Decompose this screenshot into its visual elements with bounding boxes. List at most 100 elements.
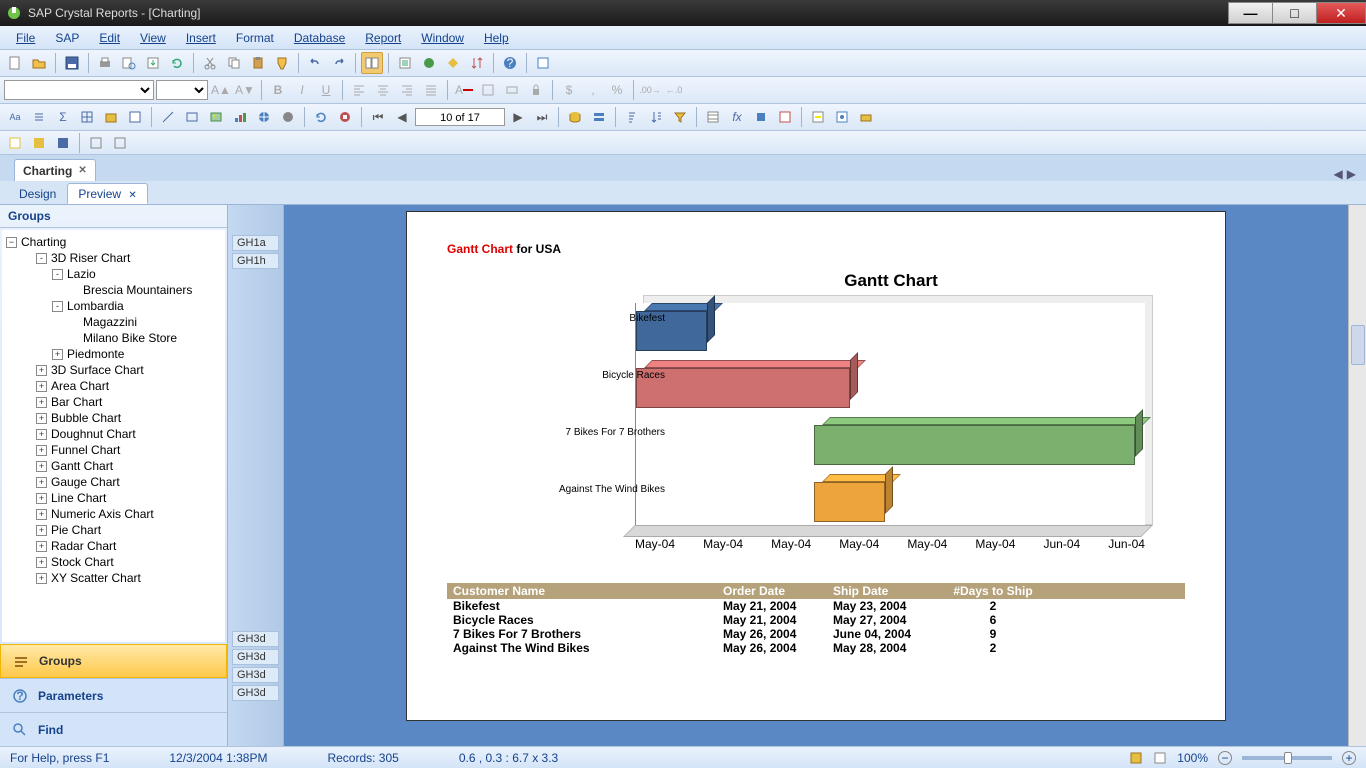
marker[interactable]: GH1a — [232, 235, 279, 251]
refresh-button[interactable] — [166, 52, 188, 74]
copy-button[interactable] — [223, 52, 245, 74]
sort-expert-button[interactable] — [466, 52, 488, 74]
tree-item[interactable]: +Radar Chart — [4, 538, 223, 554]
currency-button[interactable]: $ — [558, 79, 580, 101]
gantt-chart[interactable]: May-04May-04May-04May-04May-04May-04Jun-… — [527, 295, 1185, 565]
marker[interactable]: GH3d — [232, 667, 279, 683]
extra-btn-4[interactable] — [85, 132, 107, 154]
increase-font-button[interactable]: A▲ — [210, 79, 232, 101]
template-expert-button[interactable] — [774, 106, 796, 128]
font-size-combo[interactable] — [156, 80, 208, 100]
close-icon[interactable]: ✕ — [78, 165, 86, 176]
lock-format-button[interactable] — [525, 79, 547, 101]
underline-button[interactable]: U — [315, 79, 337, 101]
refresh-data-button[interactable] — [310, 106, 332, 128]
save-button[interactable] — [61, 52, 83, 74]
align-justify-button[interactable] — [420, 79, 442, 101]
insert-text-button[interactable]: Aa — [4, 106, 26, 128]
menu-insert[interactable]: Insert — [176, 29, 226, 47]
align-left-button[interactable] — [348, 79, 370, 101]
insert-summary-button[interactable] — [394, 52, 416, 74]
group-tree[interactable]: −Charting-3D Riser Chart-LazioBrescia Mo… — [2, 230, 225, 642]
insert-olap-button[interactable] — [100, 106, 122, 128]
suppress-button[interactable] — [501, 79, 523, 101]
tree-item[interactable]: +Numeric Axis Chart — [4, 506, 223, 522]
section-expert2-button[interactable] — [702, 106, 724, 128]
tree-item[interactable]: +Bubble Chart — [4, 410, 223, 426]
record-sort-button[interactable] — [645, 106, 667, 128]
database-expert-button[interactable] — [564, 106, 586, 128]
menu-report[interactable]: Report — [355, 29, 411, 47]
help-button[interactable]: ? — [499, 52, 521, 74]
extra-btn-1[interactable] — [4, 132, 26, 154]
tab-design[interactable]: Design — [8, 183, 67, 204]
nav-groups[interactable]: Groups — [0, 644, 227, 678]
align-right-button[interactable] — [396, 79, 418, 101]
prev-page-button[interactable]: ◀ — [391, 106, 413, 128]
formula-workshop-button[interactable]: fx — [726, 106, 748, 128]
vertical-scrollbar[interactable] — [1348, 205, 1366, 746]
insert-line-button[interactable] — [157, 106, 179, 128]
tree-item[interactable]: +Stock Chart — [4, 554, 223, 570]
insert-map-button[interactable] — [253, 106, 275, 128]
tree-item[interactable]: −Charting — [4, 234, 223, 250]
insert-sum-button[interactable]: Σ — [52, 106, 74, 128]
doctab-charting[interactable]: Charting ✕ — [14, 159, 96, 181]
workbench-button[interactable] — [855, 106, 877, 128]
decrease-font-button[interactable]: A▼ — [234, 79, 256, 101]
page-indicator[interactable]: 10 of 17 — [415, 108, 505, 126]
tree-item[interactable]: +XY Scatter Chart — [4, 570, 223, 586]
nav-parameters[interactable]: ? Parameters — [0, 678, 227, 712]
tree-item[interactable]: Milano Bike Store — [4, 330, 223, 346]
redo-button[interactable] — [328, 52, 350, 74]
menu-view[interactable]: View — [130, 29, 176, 47]
menu-help[interactable]: Help — [474, 29, 519, 47]
increase-decimals-button[interactable]: .00→ — [639, 79, 661, 101]
menu-format[interactable]: Format — [226, 29, 284, 47]
tree-item[interactable]: -Lombardia — [4, 298, 223, 314]
tree-item[interactable]: +Gauge Chart — [4, 474, 223, 490]
insert-box-button[interactable] — [181, 106, 203, 128]
maximize-button[interactable]: □ — [1272, 2, 1317, 24]
insert-picture-button[interactable] — [205, 106, 227, 128]
tree-item[interactable]: Brescia Mountainers — [4, 282, 223, 298]
export-button[interactable] — [142, 52, 164, 74]
print-preview-button[interactable] — [118, 52, 140, 74]
extra-btn-2[interactable] — [28, 132, 50, 154]
zoom-out-button[interactable]: − — [1218, 751, 1232, 765]
font-color-button[interactable]: A — [453, 79, 475, 101]
group-sort-button[interactable] — [621, 106, 643, 128]
group-expert-button[interactable] — [588, 106, 610, 128]
select-expert-button[interactable] — [442, 52, 464, 74]
marker[interactable]: GH3d — [232, 631, 279, 647]
menu-sap[interactable]: SAP — [45, 29, 89, 47]
new-button[interactable] — [4, 52, 26, 74]
menu-file[interactable]: File — [6, 29, 45, 47]
open-button[interactable] — [28, 52, 50, 74]
tree-item[interactable]: +Funnel Chart — [4, 442, 223, 458]
close-button[interactable]: ✕ — [1316, 2, 1366, 24]
extra-btn-5[interactable] — [109, 132, 131, 154]
tabs-left-arrow-icon[interactable]: ◀ — [1334, 167, 1343, 181]
highlighting-expert-button[interactable] — [807, 106, 829, 128]
tab-preview[interactable]: Preview ✕ — [67, 183, 147, 204]
menu-database[interactable]: Database — [284, 29, 355, 47]
filter-button[interactable] — [669, 106, 691, 128]
tree-item[interactable]: +Area Chart — [4, 378, 223, 394]
toggle-group-tree-button[interactable] — [361, 52, 383, 74]
font-combo[interactable] — [4, 80, 154, 100]
nav-find[interactable]: Find — [0, 712, 227, 746]
insert-subreport-button[interactable] — [124, 106, 146, 128]
section-expert-button[interactable] — [418, 52, 440, 74]
align-center-button[interactable] — [372, 79, 394, 101]
tree-item[interactable]: +Piedmonte — [4, 346, 223, 362]
marker[interactable]: GH3d — [232, 649, 279, 665]
repository-button[interactable] — [532, 52, 554, 74]
marker[interactable]: GH3d — [232, 685, 279, 701]
marker[interactable]: GH1h — [232, 253, 279, 269]
insert-chart-button[interactable] — [229, 106, 251, 128]
tree-item[interactable]: +Bar Chart — [4, 394, 223, 410]
report-options-button[interactable] — [831, 106, 853, 128]
menu-edit[interactable]: Edit — [89, 29, 130, 47]
tree-item[interactable]: +3D Surface Chart — [4, 362, 223, 378]
